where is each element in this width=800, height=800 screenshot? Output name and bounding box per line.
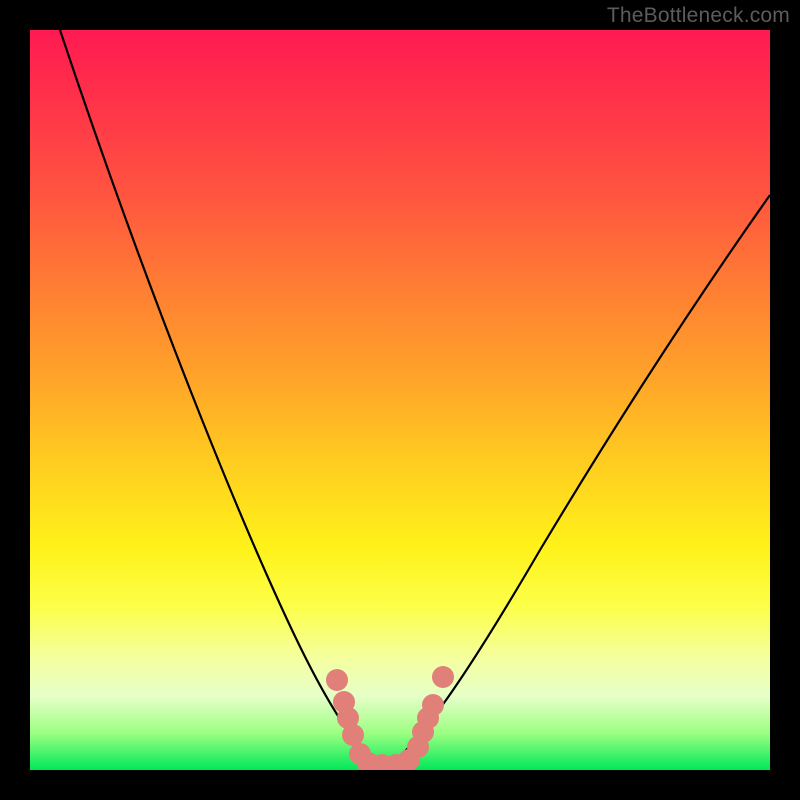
bottom-dots [326,666,454,770]
left-curve [60,30,383,770]
plot-area [30,30,770,770]
curve-layer [30,30,770,770]
watermark-text: TheBottleneck.com [607,4,790,28]
chart-frame: TheBottleneck.com [0,0,800,800]
